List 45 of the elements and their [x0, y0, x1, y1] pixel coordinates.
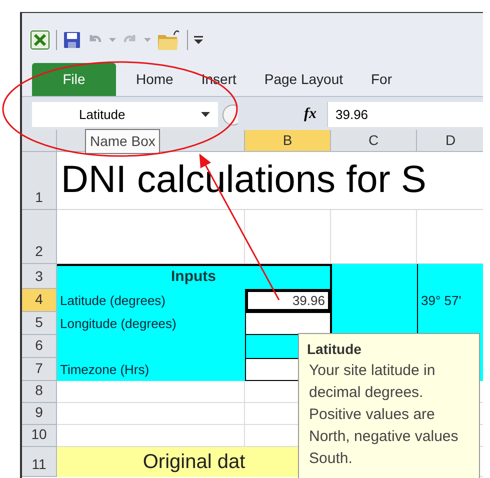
- dropdown-arrow-icon: [201, 112, 210, 117]
- row-header[interactable]: 6: [22, 335, 57, 358]
- ribbon-tab[interactable]: Home: [136, 63, 174, 96]
- input-cell[interactable]: [245, 312, 331, 335]
- table-cell[interactable]: [331, 264, 417, 289]
- folder-icon[interactable]: [157, 28, 181, 50]
- name-box[interactable]: Latitude: [32, 102, 218, 127]
- table-cell[interactable]: 39° 57': [417, 289, 483, 312]
- row-header[interactable]: 1: [22, 152, 57, 210]
- name-box-tooltip: Name Box: [85, 129, 160, 154]
- ribbon-tab[interactable]: Page Layout: [264, 63, 343, 96]
- dropdown-icon[interactable]: [109, 38, 116, 42]
- table-cell[interactable]: Inputs: [57, 264, 331, 289]
- select-all-corner[interactable]: [22, 130, 57, 152]
- table-cell[interactable]: Timezone (Hrs): [57, 358, 245, 381]
- table-cell[interactable]: Latitude (degrees): [57, 289, 245, 312]
- row-header[interactable]: 9: [22, 403, 57, 425]
- row-header[interactable]: 4: [22, 289, 57, 312]
- insert-function-button[interactable]: fx: [304, 103, 316, 126]
- row-header[interactable]: 3: [22, 264, 57, 289]
- row-header[interactable]: 10: [22, 425, 57, 447]
- save-icon[interactable]: [63, 30, 81, 48]
- column-header[interactable]: D: [417, 130, 483, 152]
- resize-handle-icon[interactable]: [222, 104, 238, 126]
- column-header[interactable]: C: [331, 130, 417, 152]
- ribbon-tab[interactable]: For: [371, 63, 392, 96]
- column-header[interactable]: B: [245, 130, 331, 152]
- customize-toolbar-icon[interactable]: [194, 36, 203, 44]
- tooltip-title: Latitude: [307, 340, 362, 359]
- formula-value: 39.96: [336, 106, 368, 124]
- row-header[interactable]: 8: [22, 381, 57, 403]
- row-header[interactable]: 5: [22, 312, 57, 335]
- table-cell[interactable]: [417, 264, 483, 289]
- dropdown-icon[interactable]: [144, 38, 151, 42]
- table-cell[interactable]: [331, 312, 417, 335]
- row-header[interactable]: 11: [22, 447, 57, 477]
- spreadsheet-logo-icon[interactable]: [30, 30, 50, 50]
- name-box-value: Latitude: [79, 106, 126, 124]
- input-cell[interactable]: 39.96: [245, 289, 331, 312]
- file-tab[interactable]: File: [32, 63, 116, 96]
- row-header[interactable]: 2: [22, 210, 57, 264]
- table-cell[interactable]: Longitude (degrees): [57, 312, 245, 335]
- formula-field[interactable]: 39.96: [326, 102, 483, 127]
- table-cell[interactable]: [417, 312, 483, 335]
- row-header[interactable]: 7: [22, 358, 57, 381]
